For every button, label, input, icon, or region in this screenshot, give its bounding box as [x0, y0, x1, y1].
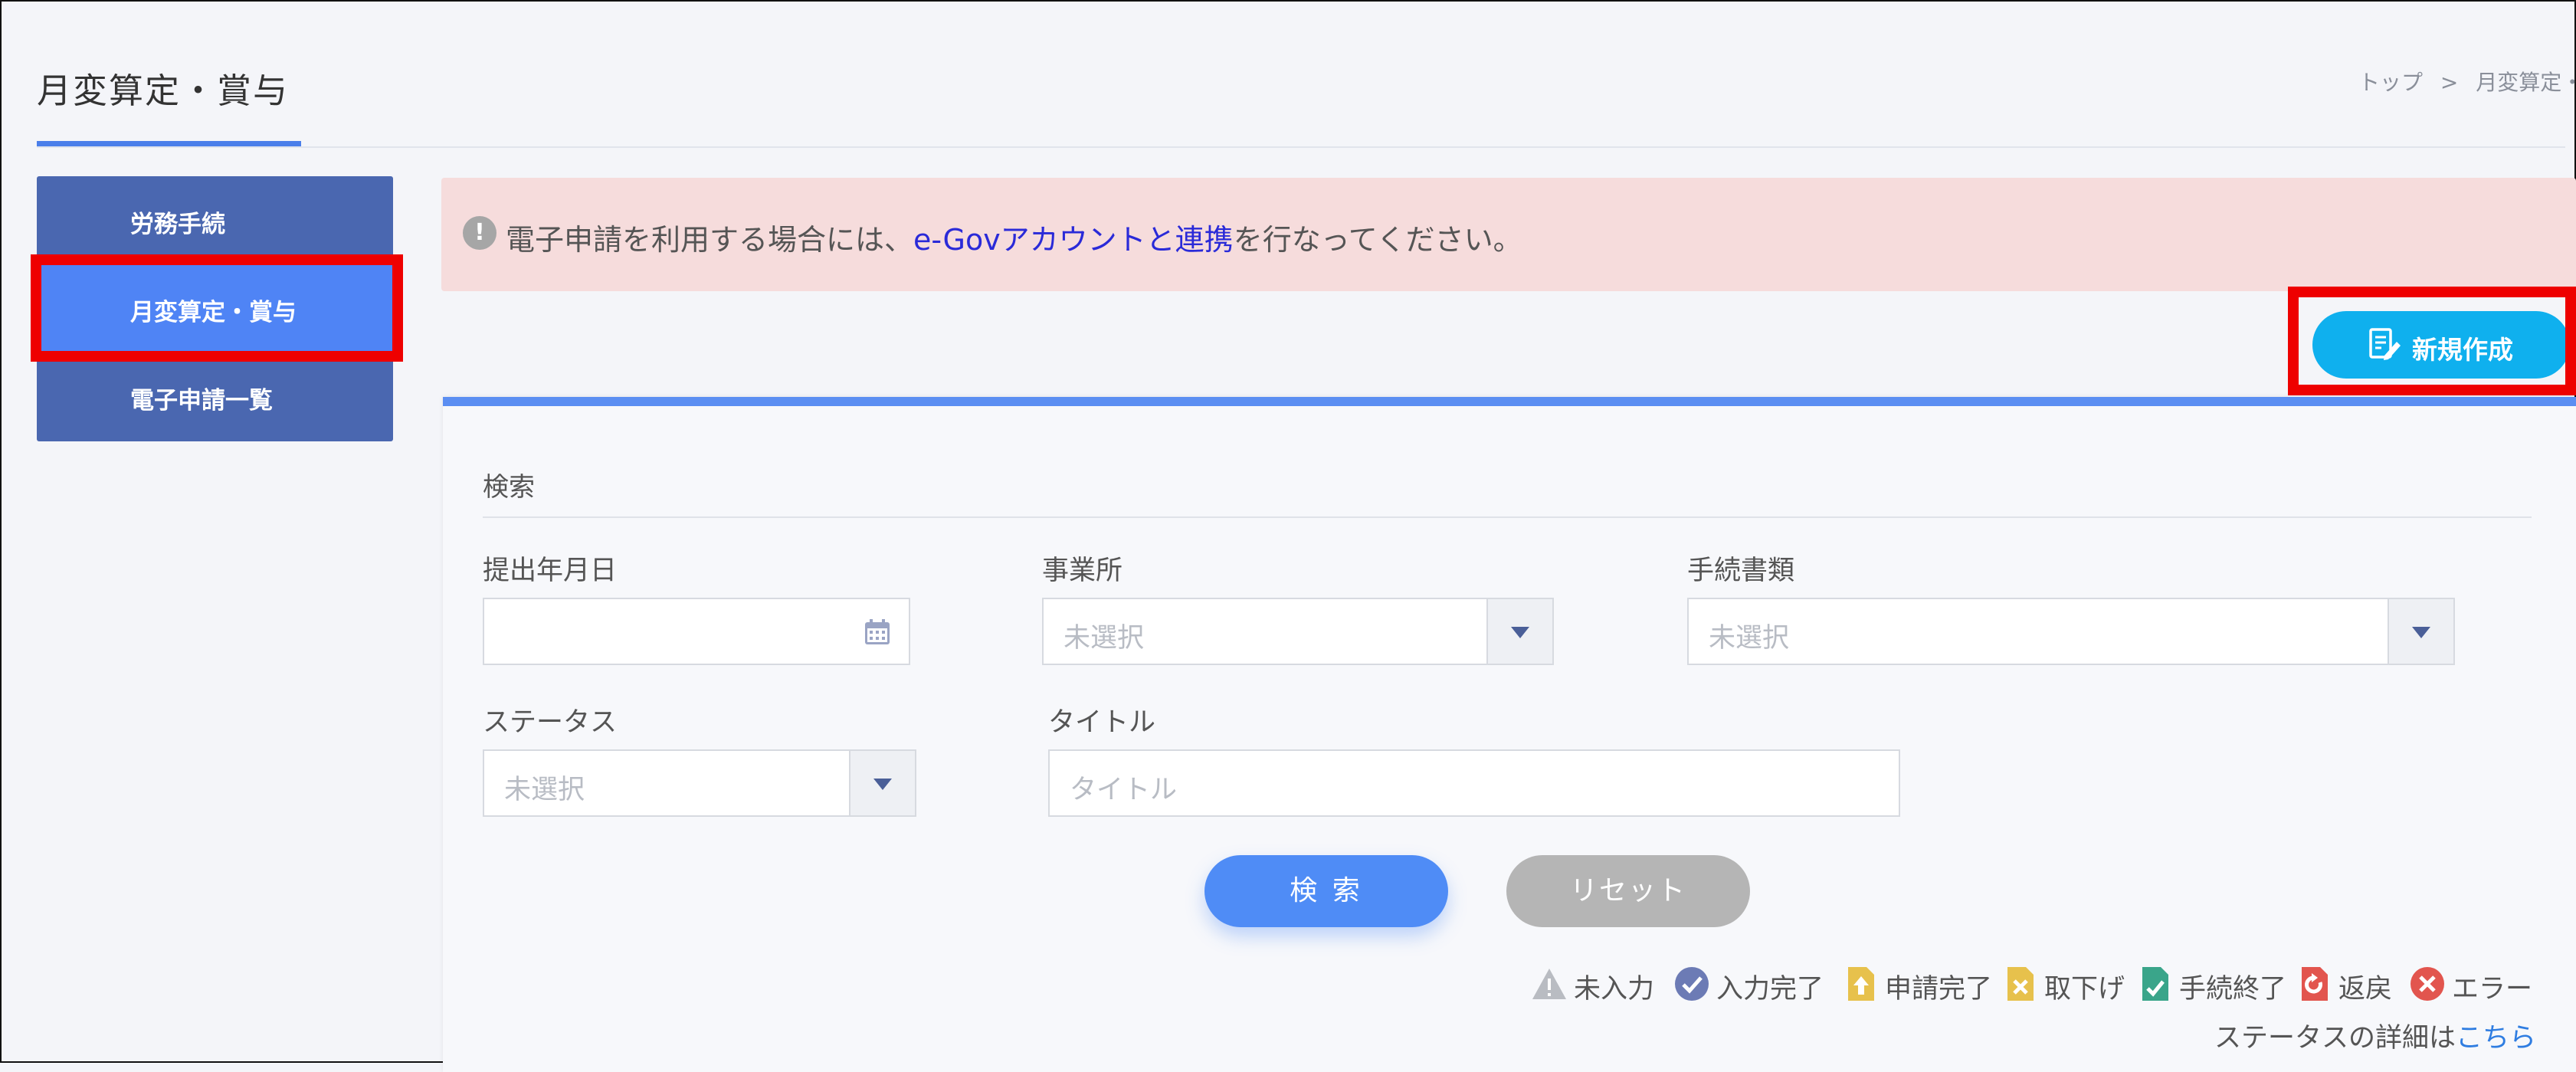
highlight-box-sidebar	[31, 254, 403, 362]
legend-label: 返戻	[2338, 974, 2393, 1005]
return-document-icon	[2302, 967, 2328, 1001]
error-circle-icon	[2410, 967, 2444, 1001]
reset-button[interactable]: リセット	[1506, 855, 1750, 927]
title-input[interactable]: タイトル	[1048, 749, 1900, 817]
warning-icon	[1532, 969, 1566, 999]
breadcrumb-current: 月変算定・	[2476, 70, 2576, 95]
title-underline	[37, 141, 301, 146]
status-placeholder: 未選択	[504, 775, 585, 805]
office-dropdown-toggle[interactable]	[1486, 599, 1552, 664]
submit-date-input[interactable]	[483, 598, 910, 665]
search-button[interactable]: 検 索	[1204, 855, 1448, 927]
submit-date-label: 提出年月日	[483, 556, 618, 586]
legend-label: 未入力	[1574, 974, 1655, 1005]
document-select[interactable]: 未選択	[1687, 598, 2455, 665]
document-dropdown-toggle[interactable]	[2388, 599, 2453, 664]
chevron-down-icon	[2412, 627, 2430, 638]
office-label: 事業所	[1042, 556, 1123, 586]
status-select[interactable]: 未選択	[483, 749, 916, 817]
egov-link[interactable]: e-Govアカウントと連携	[913, 223, 1234, 257]
legend-label: 手続終了	[2179, 974, 2287, 1005]
breadcrumb-separator: >	[2440, 70, 2459, 95]
search-panel-divider	[483, 516, 2532, 518]
status-dropdown-toggle[interactable]	[849, 751, 915, 815]
legend-label: エラー	[2452, 974, 2533, 1005]
sidebar-item-e-application-list[interactable]: 電子申請一覧	[37, 352, 393, 441]
title-label: タイトル	[1048, 707, 1156, 738]
chevron-down-icon	[873, 779, 892, 790]
document-label: 手続書類	[1687, 556, 1795, 586]
sidebar-item-label: 労務手続	[130, 211, 225, 238]
legend-label: 入力完了	[1716, 974, 1824, 1005]
legend-label: 取下げ	[2044, 974, 2125, 1005]
office-select[interactable]: 未選択	[1042, 598, 1554, 665]
alert-banner: ! 電子申請を利用する場合には、e-Govアカウントと連携を行なってください。	[441, 178, 2576, 291]
status-detail-link[interactable]: こちら	[2456, 1023, 2536, 1054]
chevron-down-icon	[1511, 627, 1529, 638]
search-panel: 検索 提出年月日 事業所 未選択 手続書類 未選択 ステータス 未選択 タイトル…	[443, 397, 2576, 1072]
page-title: 月変算定・賞与	[37, 70, 290, 111]
finished-document-icon	[2142, 967, 2168, 1001]
header-divider	[37, 146, 2565, 148]
sidebar-item-label: 電子申請一覧	[130, 387, 273, 415]
office-placeholder: 未選択	[1064, 623, 1145, 654]
upload-document-icon	[1848, 967, 1874, 1001]
calendar-icon[interactable]	[863, 618, 892, 647]
sidebar-item-labor-procedures[interactable]: 労務手続	[37, 176, 393, 264]
search-panel-title: 検索	[483, 472, 535, 503]
title-placeholder: タイトル	[1070, 775, 1178, 805]
status-label: ステータス	[483, 707, 618, 738]
status-note-text: ステータスの詳細は	[2214, 1023, 2456, 1054]
alert-text-after: を行なってください。	[1233, 223, 1522, 257]
breadcrumb-top[interactable]: トップ	[2358, 70, 2423, 95]
legend-label: 申請完了	[1885, 974, 1993, 1005]
document-placeholder: 未選択	[1709, 623, 1790, 654]
highlight-box-new-button	[2288, 287, 2576, 395]
alert-text-before: 電子申請を利用する場合には、	[506, 223, 914, 257]
check-circle-icon	[1675, 967, 1709, 1001]
breadcrumb: トップ > 月変算定・	[2358, 66, 2576, 97]
status-note: ステータスの詳細はこちら	[2214, 1016, 2536, 1055]
alert-text: 電子申請を利用する場合には、e-Govアカウントと連携を行なってください。	[506, 216, 1522, 258]
exclamation-icon: !	[463, 216, 497, 250]
cancel-document-icon	[2007, 967, 2034, 1001]
